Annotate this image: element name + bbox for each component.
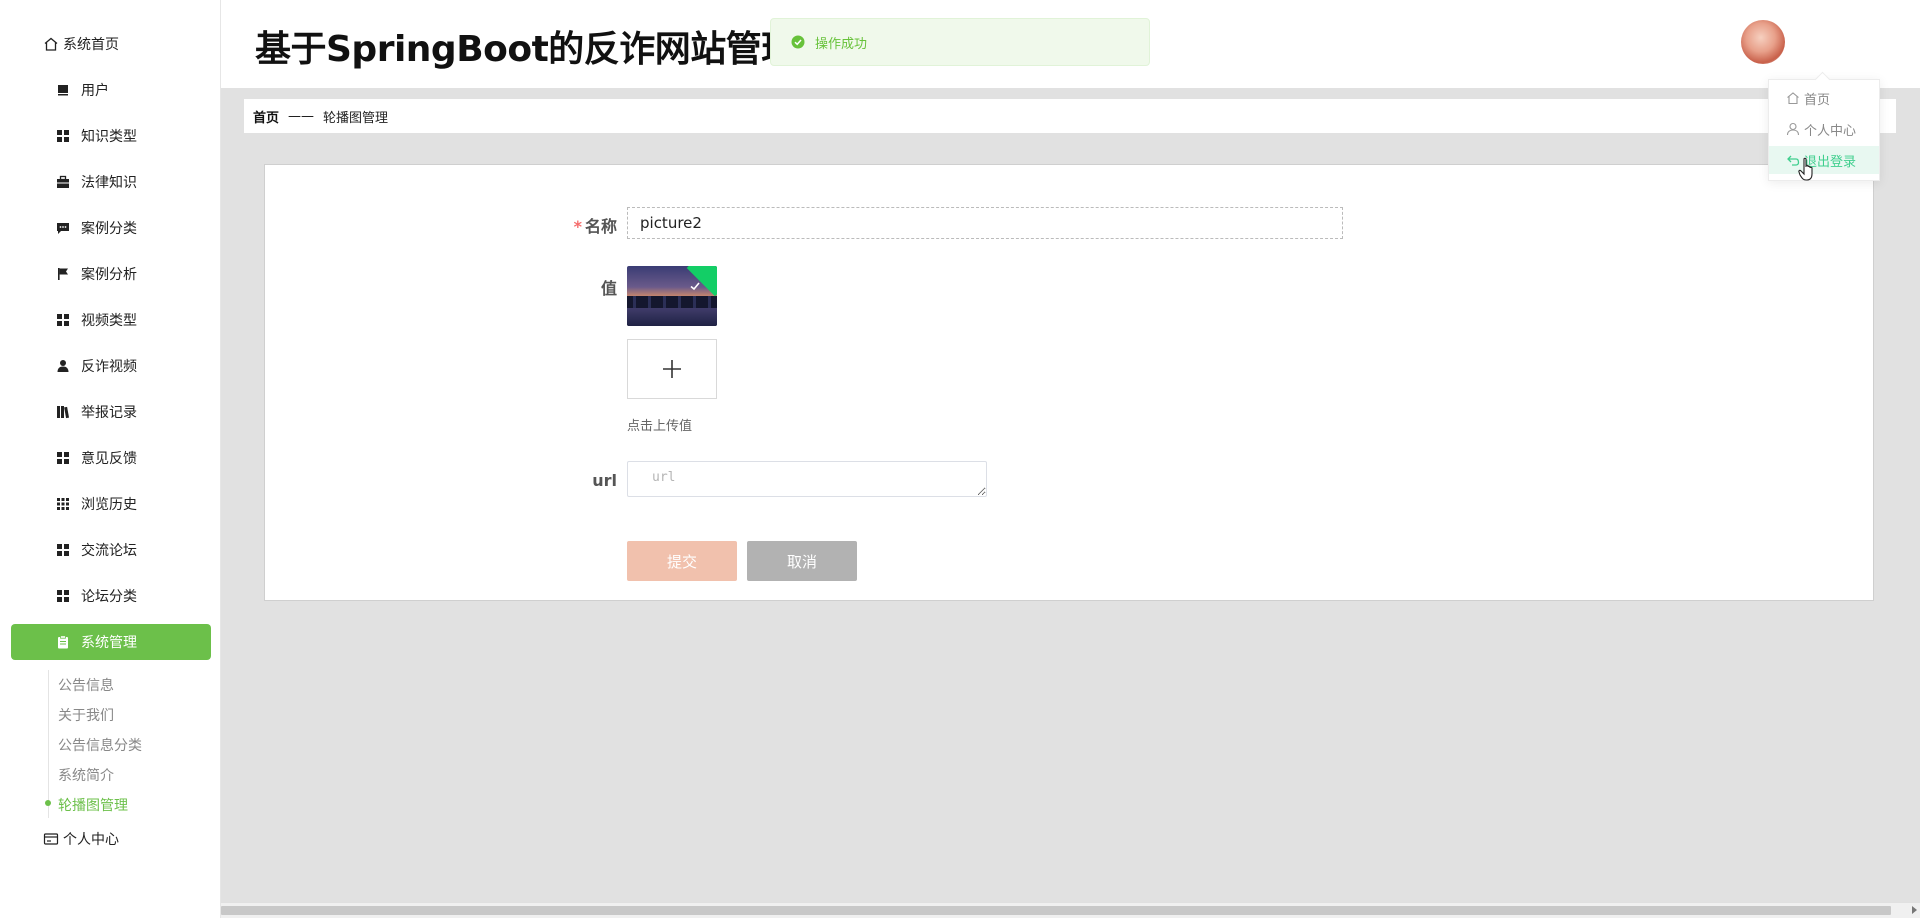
submenu-item-carousel-management[interactable]: 轮播图管理 [58, 795, 128, 815]
name-input[interactable] [627, 207, 1343, 239]
home-icon [43, 36, 59, 52]
breadcrumb: 首页 —— 轮播图管理 [244, 99, 1896, 133]
upload-tip: 点击上传值 [627, 419, 693, 434]
sidebar-item-label: 交流论坛 [81, 543, 137, 559]
sidebar-item-legal-knowledge[interactable]: 法律知识 [11, 164, 211, 200]
submenu-item-system-intro[interactable]: 系统简介 [58, 765, 114, 785]
success-check-icon [791, 35, 805, 49]
sidebar-item-label: 法律知识 [81, 175, 137, 191]
sidebar-item-personal-center[interactable]: 个人中心 [11, 821, 211, 857]
dropdown-item-home[interactable]: 首页 [1769, 84, 1879, 112]
toast-message: 操作成功 [815, 36, 868, 52]
submenu-item-announcement-category[interactable]: 公告信息分类 [58, 735, 142, 755]
name-label-text: 名称 [584, 217, 617, 236]
breadcrumb-separator: —— [288, 108, 315, 124]
grid-icon [55, 450, 71, 466]
sidebar-item-system-management[interactable]: 系统管理 [11, 624, 211, 660]
plus-icon [663, 360, 681, 378]
dropdown-item-label: 首页 [1804, 92, 1831, 108]
required-mark: * [573, 217, 582, 236]
url-input[interactable] [627, 461, 987, 497]
user-icon [55, 358, 71, 374]
grid-icon [55, 588, 71, 604]
bookmark-icon [55, 82, 71, 98]
grid-icon [55, 128, 71, 144]
breadcrumb-home[interactable]: 首页 [253, 107, 279, 126]
sidebar-item-label: 用户 [81, 83, 109, 99]
submit-button[interactable]: 提交 [627, 541, 737, 581]
sidebar-item-knowledge-type[interactable]: 知识类型 [11, 118, 211, 154]
apps-icon [55, 496, 71, 512]
sidebar-item-report-records[interactable]: 举报记录 [11, 394, 211, 430]
briefcase-icon [55, 174, 71, 190]
sidebar-item-label: 浏览历史 [81, 497, 137, 513]
user-dropdown-menu: 首页 个人中心 退出登录 [1768, 79, 1880, 181]
sidebar-item-label: 个人中心 [63, 832, 119, 848]
name-label: * 名称 [537, 213, 617, 237]
grid-icon [55, 542, 71, 558]
submenu-item-about-us[interactable]: 关于我们 [58, 705, 114, 725]
flag-icon [55, 266, 71, 282]
top-header: 基于SpringBoot的反诈网站管理 操作成功 [221, 0, 1920, 88]
sidebar-item-home[interactable]: 系统首页 [11, 26, 211, 62]
sidebar-item-users[interactable]: 用户 [11, 72, 211, 108]
sidebar-item-video-type[interactable]: 视频类型 [11, 302, 211, 338]
scroll-right-arrow-icon[interactable] [1912, 906, 1917, 914]
active-dot [45, 800, 51, 806]
sidebar-item-label: 反诈视频 [81, 359, 137, 375]
thumbnail-water [627, 308, 717, 326]
dropdown-item-logout[interactable]: 退出登录 [1769, 146, 1879, 174]
carousel-edit-form: *名称 值 点击上传值 url 提交 取消 [264, 164, 1874, 601]
sidebar-item-label: 知识类型 [81, 129, 137, 145]
success-toast: 操作成功 [770, 18, 1150, 66]
user-icon [1786, 122, 1800, 136]
sidebar-item-label: 论坛分类 [81, 589, 137, 605]
sidebar-item-label: 系统首页 [63, 37, 119, 53]
sidebar-item-case-category[interactable]: 案例分类 [11, 210, 211, 246]
hand-cursor-icon [1798, 157, 1813, 181]
sidebar-item-label: 举报记录 [81, 405, 137, 421]
sidebar-item-fraud-video[interactable]: 反诈视频 [11, 348, 211, 384]
thumbnail-skyline [627, 296, 717, 308]
uploaded-image-thumbnail[interactable] [627, 266, 717, 326]
clipboard-icon [55, 634, 71, 650]
submenu-item-announcements[interactable]: 公告信息 [58, 675, 114, 695]
value-label: 值 [600, 279, 617, 298]
wallet-icon [43, 831, 59, 847]
sidebar: 系统首页 用户 知识类型 法律知识 案例分类 案例分析 视频类型 反诈视频 举报… [0, 0, 221, 918]
sidebar-item-case-analysis[interactable]: 案例分析 [11, 256, 211, 292]
sidebar-item-label: 案例分析 [81, 267, 137, 283]
sidebar-item-feedback[interactable]: 意见反馈 [11, 440, 211, 476]
home-icon [1786, 91, 1800, 105]
upload-button[interactable] [627, 339, 717, 399]
sidebar-item-browse-history[interactable]: 浏览历史 [11, 486, 211, 522]
horizontal-scrollbar[interactable] [221, 902, 1920, 918]
chat-icon [55, 220, 71, 236]
dropdown-item-personal-center[interactable]: 个人中心 [1769, 115, 1879, 143]
books-icon [55, 404, 71, 420]
sidebar-item-label: 视频类型 [81, 313, 137, 329]
cancel-button[interactable]: 取消 [747, 541, 857, 581]
avatar[interactable] [1741, 20, 1785, 64]
dropdown-item-label: 个人中心 [1804, 123, 1857, 139]
sidebar-item-label: 意见反馈 [81, 451, 137, 467]
breadcrumb-current: 轮播图管理 [323, 110, 389, 126]
sidebar-item-forum-category[interactable]: 论坛分类 [11, 578, 211, 614]
scrollbar-thumb[interactable] [221, 906, 1891, 915]
sidebar-item-label: 系统管理 [81, 635, 137, 651]
url-label: url [592, 471, 617, 490]
sidebar-item-label: 案例分类 [81, 221, 137, 237]
system-submenu: 公告信息 关于我们 公告信息分类 系统简介 轮播图管理 [45, 670, 209, 818]
grid-icon [55, 312, 71, 328]
check-icon [690, 282, 700, 291]
sidebar-item-forum[interactable]: 交流论坛 [11, 532, 211, 568]
site-title: 基于SpringBoot的反诈网站管理 [255, 29, 795, 70]
